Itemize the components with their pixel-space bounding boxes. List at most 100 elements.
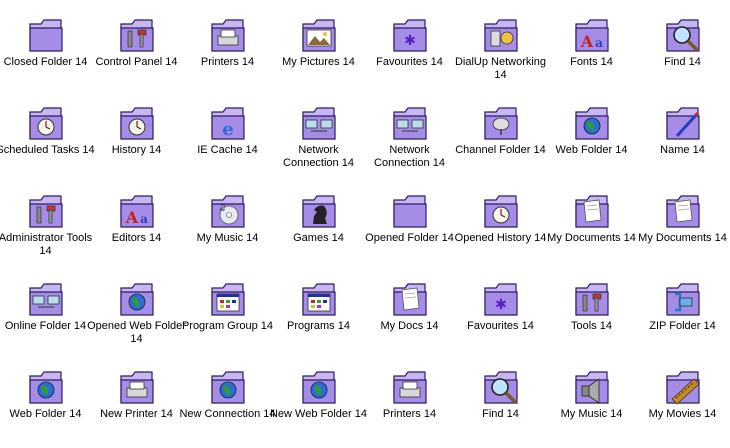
desktop-icon-item[interactable]: ZIP Folder 14 bbox=[637, 266, 728, 354]
svg-text:✱: ✱ bbox=[495, 297, 507, 313]
icon-label: Favourites 14 bbox=[376, 56, 443, 68]
icon-label: Web Folder 14 bbox=[555, 144, 628, 156]
desktop-icon-item[interactable]: ♫ My Music 14 bbox=[182, 178, 273, 266]
network-connection-folder-icon bbox=[391, 102, 429, 142]
icon-label: Printers 14 bbox=[200, 56, 255, 68]
icon-label: Favourites 14 bbox=[467, 320, 534, 332]
desktop-icon-item[interactable]: Scheduled Tasks 14 bbox=[0, 90, 95, 178]
desktop-icon-item[interactable]: Aa Fonts 14 bbox=[546, 2, 637, 90]
desktop-icon-item[interactable]: Network Connection 14 bbox=[364, 90, 455, 178]
my-documents-folder-icon bbox=[664, 190, 702, 230]
my-music-folder-icon bbox=[573, 366, 611, 406]
desktop-icon-item[interactable]: Control Panel 14 bbox=[91, 2, 182, 90]
icon-label: Name 14 bbox=[660, 144, 705, 156]
web-folder-icon bbox=[27, 366, 65, 406]
desktop-icon-item[interactable]: My Music 14 bbox=[546, 354, 637, 442]
desktop-icon-item[interactable]: New Printer 14 bbox=[91, 354, 182, 442]
icon-label: New Connection 14 bbox=[179, 408, 276, 420]
desktop-icon-item[interactable]: DialUp Networking 14 bbox=[455, 2, 546, 90]
my-movies-folder-icon bbox=[664, 366, 702, 406]
icon-label: Channel Folder 14 bbox=[455, 144, 546, 156]
games-folder-icon bbox=[300, 190, 338, 230]
find-folder-icon bbox=[664, 14, 702, 54]
icon-label: Opened History 14 bbox=[454, 232, 547, 244]
icon-label: My Documents 14 bbox=[638, 232, 727, 244]
desktop-icon-item[interactable]: Online Folder 14 bbox=[0, 266, 91, 354]
svg-text:A: A bbox=[125, 208, 139, 227]
desktop-icon-item[interactable]: My Documents 14 bbox=[546, 178, 637, 266]
desktop-icon-item[interactable]: My Pictures 14 bbox=[273, 2, 364, 90]
svg-text:a: a bbox=[140, 212, 148, 226]
desktop-icon-item[interactable]: Web Folder 14 bbox=[546, 90, 637, 178]
network-connection-folder-icon bbox=[300, 102, 338, 142]
printers-folder-icon bbox=[209, 14, 247, 54]
icon-label: Closed Folder 14 bbox=[3, 56, 88, 68]
new-web-folder-icon bbox=[300, 366, 338, 406]
desktop-icon-item[interactable]: ✱ Favourites 14 bbox=[455, 266, 546, 354]
desktop-icon-item[interactable]: Closed Folder 14 bbox=[0, 2, 91, 90]
desktop-icon-item[interactable]: e IE Cache 14 bbox=[182, 90, 273, 178]
icon-label: My Docs 14 bbox=[380, 320, 439, 332]
icon-label: Tools 14 bbox=[571, 320, 612, 332]
programs-folder-icon bbox=[300, 278, 338, 318]
desktop-icon-item[interactable]: Printers 14 bbox=[182, 2, 273, 90]
icon-label: Administrator Tools 14 bbox=[0, 232, 93, 257]
desktop-icon-item[interactable]: ✱ Favourites 14 bbox=[364, 2, 455, 90]
icon-label: DialUp Networking 14 bbox=[454, 56, 547, 81]
icon-grid: Closed Folder 14 Control Panel 14 Printers… bbox=[0, 0, 730, 448]
desktop-icon-item[interactable]: Programs 14 bbox=[273, 266, 364, 354]
desktop-icon-item[interactable]: Program Group 14 bbox=[182, 266, 273, 354]
desktop-icon-item[interactable]: Games 14 bbox=[273, 178, 364, 266]
icon-label: My Music 14 bbox=[560, 408, 623, 420]
favourites-folder-icon: ✱ bbox=[391, 14, 429, 54]
desktop-icon-item[interactable]: New Connection 14 bbox=[179, 354, 276, 442]
icon-label: My Documents 14 bbox=[547, 232, 636, 244]
history-folder-icon bbox=[118, 102, 156, 142]
desktop-icon-item[interactable]: Find 14 bbox=[455, 354, 546, 442]
icon-label: History 14 bbox=[111, 144, 162, 156]
favourites-folder-icon: ✱ bbox=[482, 278, 520, 318]
desktop-icon-item[interactable]: Web Folder 14 bbox=[0, 354, 91, 442]
icon-label: New Printer 14 bbox=[100, 408, 173, 420]
control-panel-folder-icon bbox=[118, 14, 156, 54]
desktop-icon-item[interactable]: Opened History 14 bbox=[455, 178, 546, 266]
desktop-icon-item[interactable]: My Documents 14 bbox=[637, 178, 728, 266]
scheduled-tasks-folder-icon bbox=[27, 102, 65, 142]
closed-folder-icon bbox=[27, 14, 65, 54]
editors-folder-icon: Aa bbox=[118, 190, 156, 230]
icon-label: Network Connection 14 bbox=[374, 144, 445, 169]
opened-web-folder-icon bbox=[118, 278, 156, 318]
new-connection-folder-icon bbox=[209, 366, 247, 406]
icon-label: Editors 14 bbox=[111, 232, 162, 244]
desktop-icon-item[interactable]: Aa Editors 14 bbox=[91, 178, 182, 266]
svg-text:a: a bbox=[595, 36, 603, 50]
icon-label: IE Cache 14 bbox=[197, 144, 258, 156]
find-folder-icon bbox=[482, 366, 520, 406]
desktop-icon-item[interactable]: Name 14 bbox=[637, 90, 728, 178]
icon-label: Online Folder 14 bbox=[4, 320, 87, 332]
opened-folder-icon bbox=[391, 190, 429, 230]
desktop-icon-item[interactable]: Network Connection 14 bbox=[273, 90, 364, 178]
desktop-icon-item[interactable]: Printers 14 bbox=[364, 354, 455, 442]
dialup-networking-folder-icon bbox=[482, 14, 520, 54]
svg-text:♫: ♫ bbox=[218, 203, 226, 213]
desktop-icon-item[interactable]: Opened Folder 14 bbox=[364, 178, 455, 266]
web-folder-icon bbox=[573, 102, 611, 142]
desktop-icon-item[interactable]: Tools 14 bbox=[546, 266, 637, 354]
my-pictures-folder-icon bbox=[300, 14, 338, 54]
desktop-icon-item[interactable]: My Docs 14 bbox=[364, 266, 455, 354]
icon-label: Games 14 bbox=[293, 232, 344, 244]
desktop-icon-item[interactable]: Administrator Tools 14 bbox=[0, 178, 92, 266]
desktop-icon-item[interactable]: Opened Web Folder 14 bbox=[87, 266, 186, 354]
desktop-icon-item[interactable]: Find 14 bbox=[637, 2, 728, 90]
desktop-icon-item[interactable]: Channel Folder 14 bbox=[455, 90, 546, 178]
new-printer-folder-icon bbox=[118, 366, 156, 406]
ie-cache-folder-icon: e bbox=[209, 102, 247, 142]
printers-folder-icon bbox=[391, 366, 429, 406]
icon-label: Network Connection 14 bbox=[283, 144, 354, 169]
icon-label: Find 14 bbox=[664, 56, 701, 68]
desktop-icon-item[interactable]: My Movies 14 bbox=[637, 354, 728, 442]
desktop-icon-item[interactable]: New Web Folder 14 bbox=[270, 354, 367, 442]
desktop-icon-item[interactable]: History 14 bbox=[91, 90, 182, 178]
svg-text:A: A bbox=[580, 32, 594, 51]
